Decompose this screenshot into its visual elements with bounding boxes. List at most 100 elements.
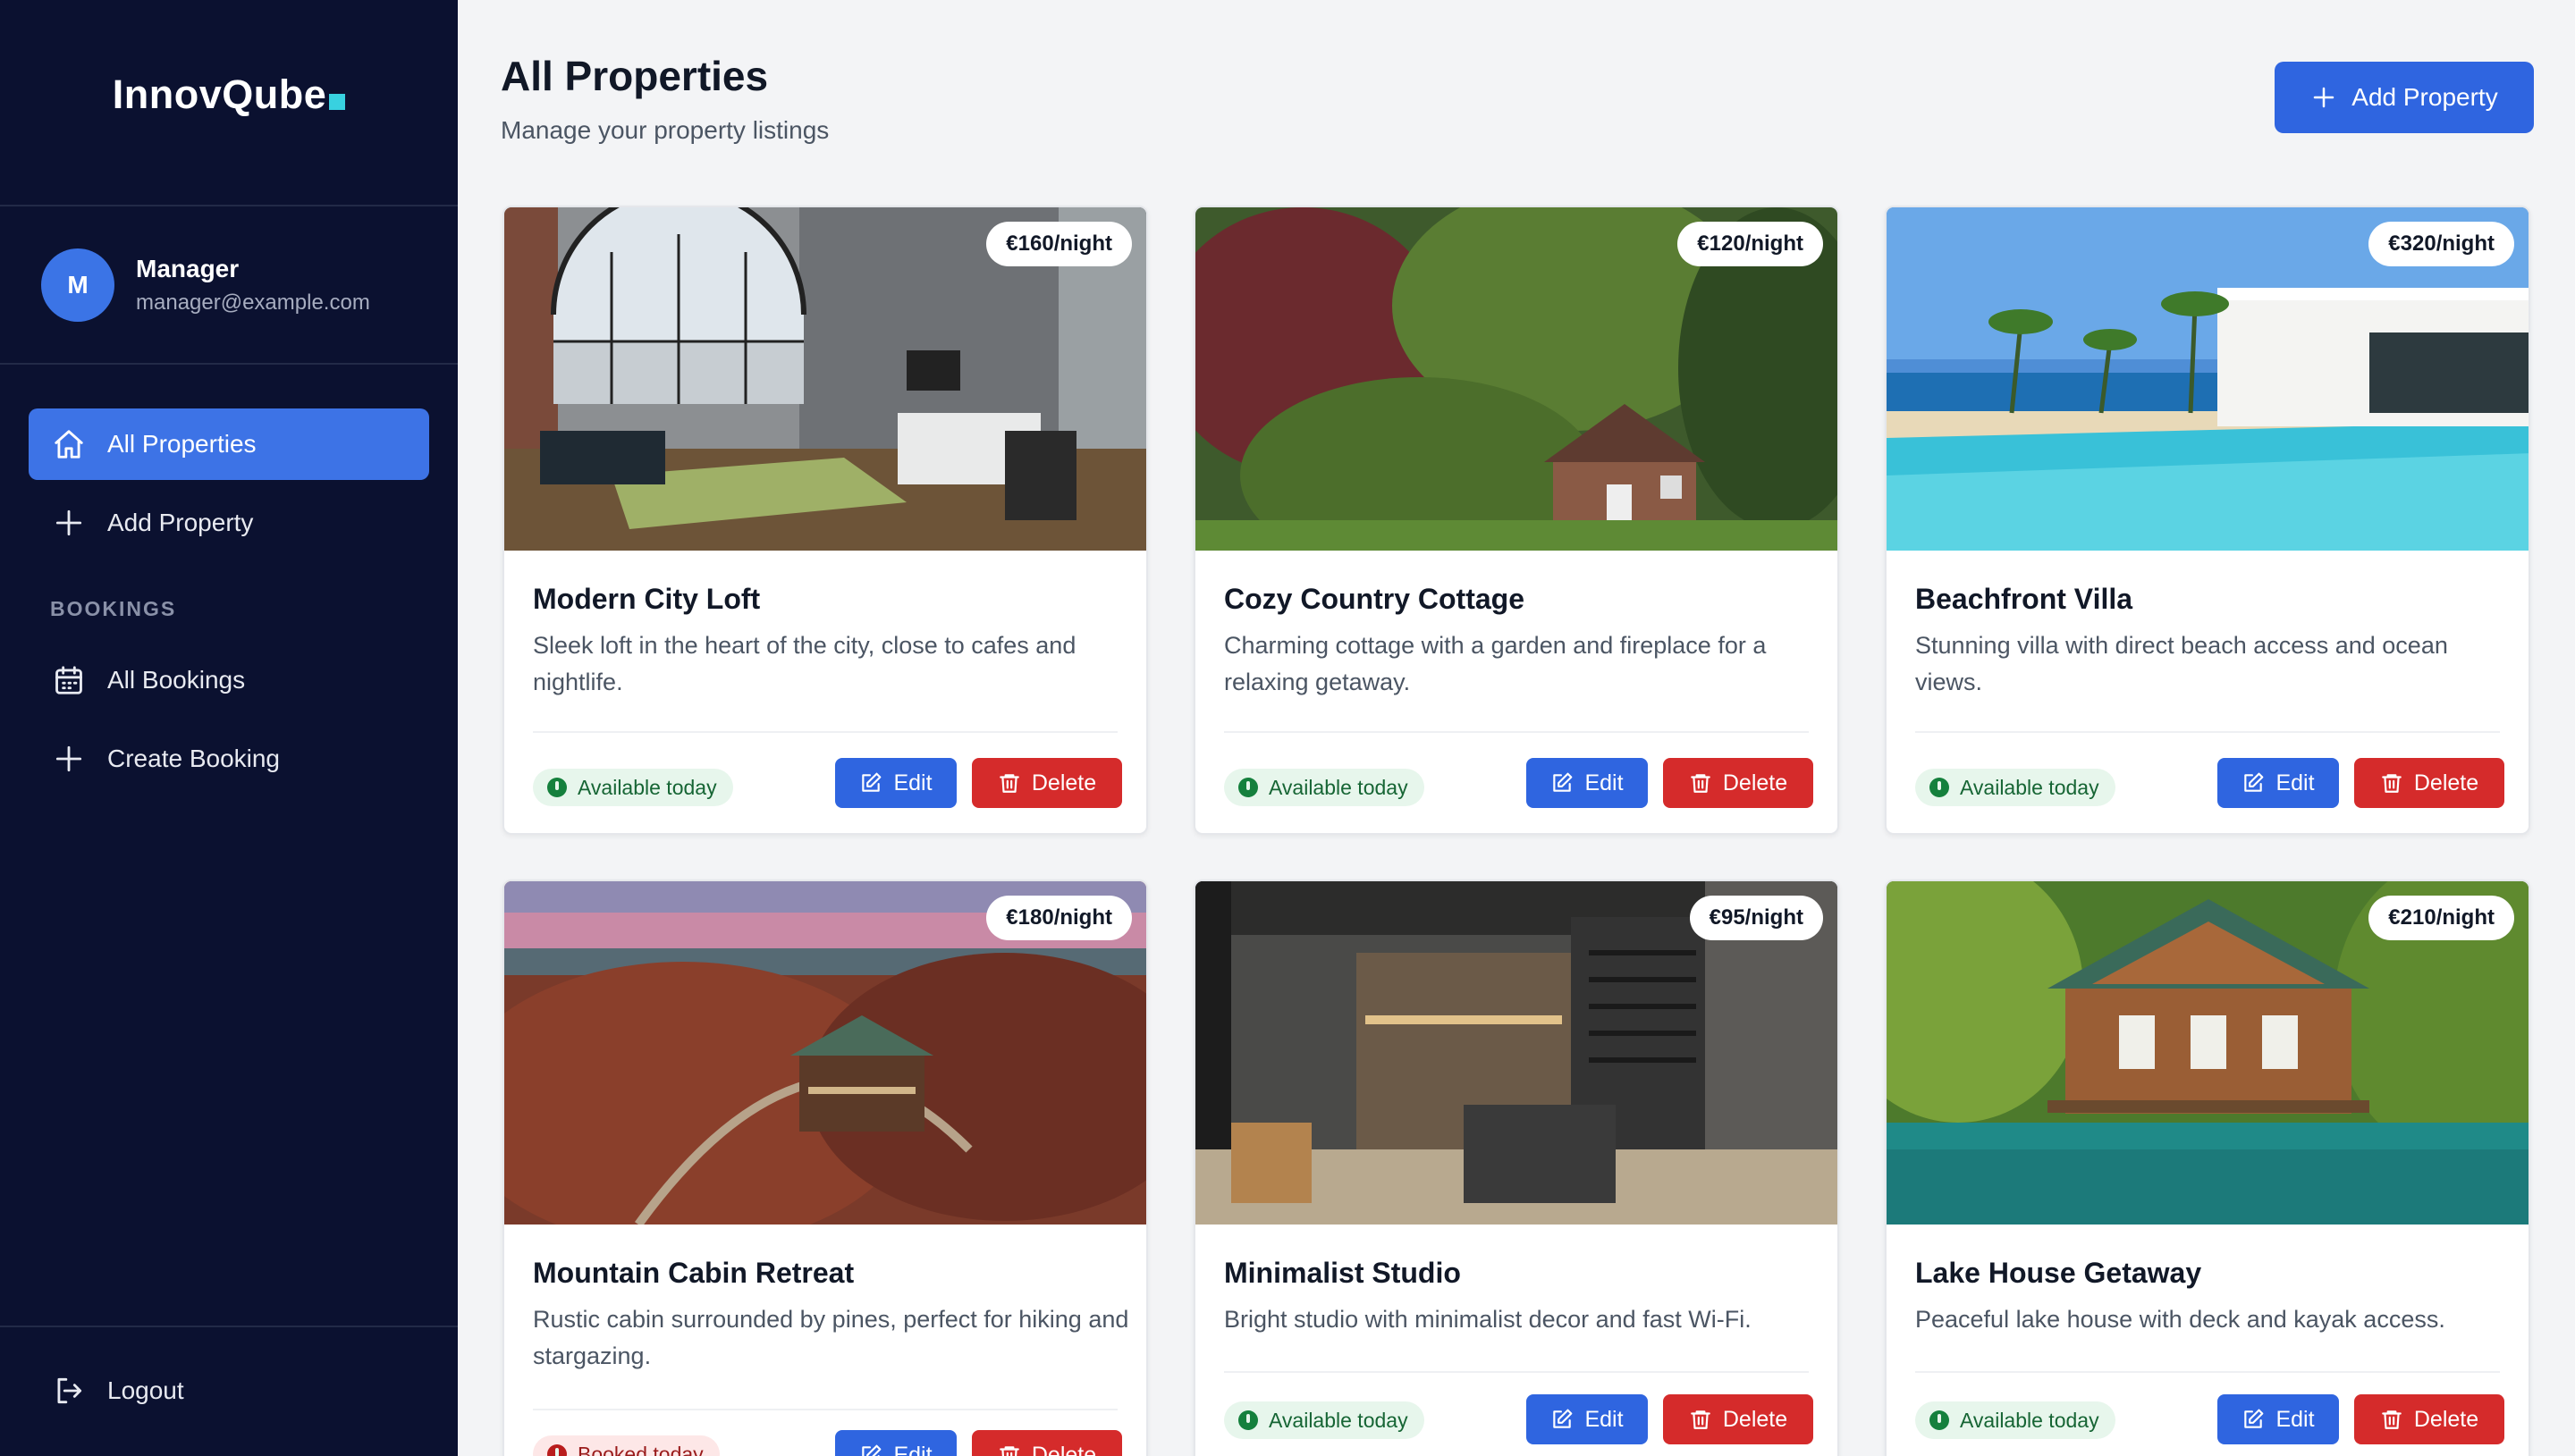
delete-button[interactable]: Delete	[2354, 1394, 2504, 1444]
plus-icon	[55, 745, 82, 772]
sidebar-item-all-bookings[interactable]: All Bookings	[29, 644, 429, 716]
plus-icon	[2314, 87, 2334, 108]
delete-button[interactable]: Delete	[2354, 758, 2504, 808]
page-subtitle: Manage your property listings	[501, 116, 830, 144]
delete-label: Delete	[1722, 1406, 1788, 1432]
card-divider	[1915, 1371, 2500, 1373]
status-badge: Available today	[1224, 769, 1424, 806]
sidebar-item-label: Create Booking	[107, 745, 281, 772]
trash-icon	[2382, 774, 2402, 793]
card-divider	[533, 1409, 1118, 1410]
price-badge: €160/night	[986, 222, 1132, 266]
delete-label: Delete	[1031, 1442, 1097, 1456]
property-card: €95/night Minimalist Studio Bright studi…	[1194, 879, 1839, 1456]
page-title: All Properties	[501, 53, 769, 99]
trash-icon	[1000, 1446, 1019, 1456]
property-title: Lake House Getaway	[1915, 1257, 2202, 1289]
edit-icon	[2244, 1409, 2264, 1428]
edit-button[interactable]: Edit	[1526, 1394, 1648, 1444]
card-divider	[1224, 1371, 1809, 1373]
logout-icon	[57, 1377, 82, 1404]
status-icon	[547, 1444, 567, 1456]
status-badge: Available today	[1915, 1401, 2115, 1439]
nav-section-bookings: BOOKINGS	[50, 597, 177, 620]
sidebar-divider	[0, 363, 458, 365]
user-name: Manager	[136, 255, 240, 282]
sidebar-item-label: All Bookings	[107, 666, 246, 694]
brand-name: InnovQube	[112, 72, 327, 117]
edit-icon	[862, 1444, 882, 1456]
main-content: All Properties Manage your property list…	[458, 0, 2575, 1456]
user-profile: M Manager manager@example.com	[41, 248, 370, 322]
sidebar-divider	[0, 205, 458, 206]
edit-label: Edit	[893, 770, 933, 795]
sidebar-item-create-booking[interactable]: Create Booking	[29, 723, 429, 795]
sidebar: InnovQube M Manager manager@example.com …	[0, 0, 458, 1456]
sidebar-item-all-properties[interactable]: All Properties	[29, 408, 429, 480]
status-icon	[1929, 1410, 1949, 1430]
property-title: Mountain Cabin Retreat	[533, 1257, 855, 1289]
status-label: Booked today	[578, 1442, 704, 1456]
property-description: Charming cottage with a garden and firep…	[1224, 632, 1767, 695]
price-badge: €120/night	[1677, 222, 1823, 266]
price-badge: €180/night	[986, 896, 1132, 940]
logo-square-icon	[329, 94, 346, 110]
status-badge: Booked today	[533, 1435, 720, 1456]
logout-button[interactable]: Logout	[29, 1355, 429, 1427]
delete-label: Delete	[1031, 770, 1097, 795]
edit-label: Edit	[1584, 1406, 1624, 1432]
delete-label: Delete	[1722, 770, 1788, 795]
property-title: Modern City Loft	[533, 583, 761, 615]
property-description: Rustic cabin surrounded by pines, perfec…	[533, 1306, 1129, 1369]
sidebar-item-label: Add Property	[107, 509, 254, 536]
add-property-button[interactable]: Add Property	[2275, 62, 2534, 133]
property-description: Bright studio with minimalist decor and …	[1224, 1306, 1752, 1333]
edit-icon	[2244, 772, 2264, 792]
edit-icon	[862, 772, 882, 792]
card-divider	[1915, 731, 2500, 733]
delete-button[interactable]: Delete	[1663, 758, 1813, 808]
status-label: Available today	[1269, 775, 1408, 799]
edit-button[interactable]: Edit	[835, 758, 957, 808]
trash-icon	[1000, 774, 1019, 793]
property-card: €180/night Mountain Cabin Retreat Rustic…	[502, 879, 1148, 1456]
edit-button[interactable]: Edit	[1526, 758, 1648, 808]
status-icon	[547, 778, 567, 797]
edit-button[interactable]: Edit	[2217, 758, 2339, 808]
edit-icon	[1553, 772, 1573, 792]
delete-button[interactable]: Delete	[972, 1430, 1122, 1456]
status-label: Available today	[578, 775, 717, 799]
property-title: Beachfront Villa	[1915, 583, 2133, 615]
sidebar-divider	[0, 1326, 458, 1327]
edit-button[interactable]: Edit	[835, 1430, 957, 1456]
property-title: Minimalist Studio	[1224, 1257, 1461, 1289]
price-badge: €95/night	[1689, 896, 1823, 940]
delete-label: Delete	[2413, 770, 2479, 795]
price-badge: €210/night	[2368, 896, 2514, 940]
property-title: Cozy Country Cottage	[1224, 583, 1524, 615]
logout-label: Logout	[107, 1376, 184, 1404]
trash-icon	[1691, 774, 1710, 793]
edit-label: Edit	[2275, 1406, 2315, 1432]
sidebar-item-add-property[interactable]: Add Property	[29, 487, 429, 559]
edit-label: Edit	[1584, 770, 1624, 795]
brand-logo[interactable]: InnovQube	[0, 72, 458, 118]
delete-label: Delete	[2413, 1406, 2479, 1432]
price-badge: €320/night	[2368, 222, 2514, 266]
delete-button[interactable]: Delete	[1663, 1394, 1813, 1444]
edit-button[interactable]: Edit	[2217, 1394, 2339, 1444]
edit-icon	[1553, 1409, 1573, 1428]
property-card: €210/night Lake House Getaway Peaceful l…	[1885, 879, 2530, 1456]
property-description: Sleek loft in the heart of the city, clo…	[533, 632, 1076, 695]
status-badge: Available today	[533, 769, 733, 806]
delete-button[interactable]: Delete	[972, 758, 1122, 808]
status-label: Available today	[1960, 1408, 2099, 1432]
card-divider	[1224, 731, 1809, 733]
property-card: €160/night Modern City Loft Sleek loft i…	[502, 206, 1148, 835]
status-icon	[1238, 778, 1258, 797]
home-icon	[55, 430, 83, 459]
status-label: Available today	[1269, 1408, 1408, 1432]
add-property-label: Add Property	[2351, 83, 2498, 111]
sidebar-item-label: All Properties	[107, 430, 257, 458]
edit-label: Edit	[893, 1442, 933, 1456]
